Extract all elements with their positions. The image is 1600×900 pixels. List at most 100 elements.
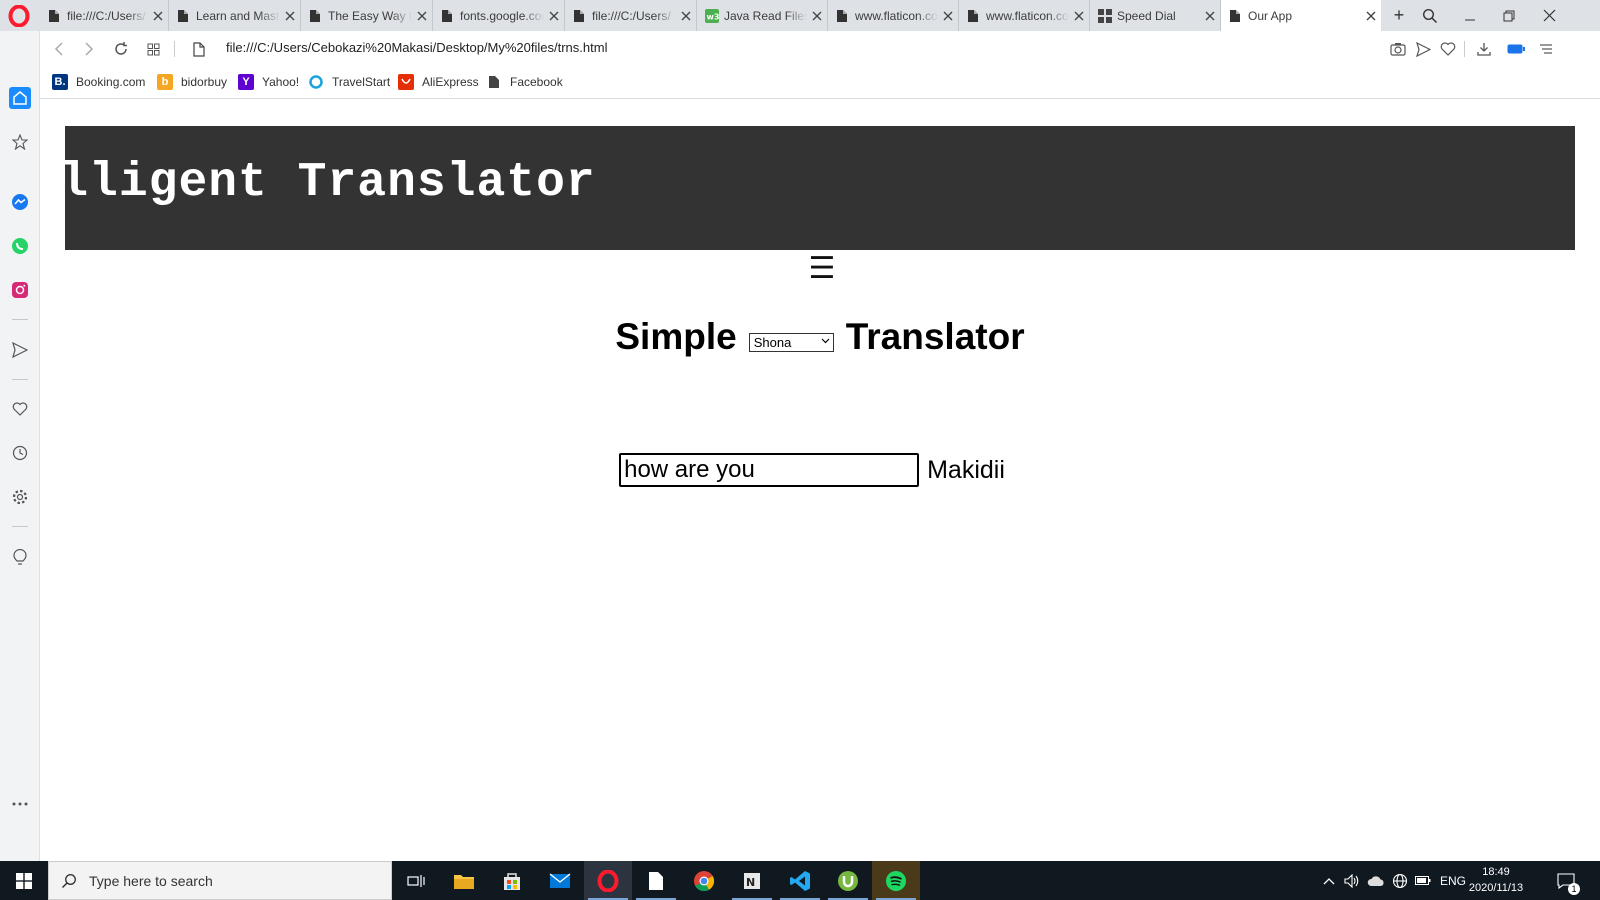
bookmark-favicon-icon: b: [157, 74, 173, 90]
browser-tab[interactable]: Speed Dial: [1090, 0, 1221, 31]
taskbar-file-explorer[interactable]: [440, 861, 488, 900]
easy-setup-button[interactable]: [1536, 39, 1556, 59]
new-tab-button[interactable]: +: [1388, 0, 1410, 31]
browser-tab[interactable]: The Easy Way to: [301, 0, 433, 31]
opera-logo-icon: [597, 869, 619, 892]
tab-search-button[interactable]: [1411, 0, 1449, 31]
back-arrow-icon: [54, 42, 63, 56]
task-view-button[interactable]: [392, 861, 440, 900]
close-tab-icon[interactable]: [280, 8, 300, 24]
show-hidden-icons-button[interactable]: [1318, 861, 1340, 900]
taskbar-clock[interactable]: 18:49 2020/11/13: [1462, 864, 1530, 896]
sidebar-home[interactable]: [9, 87, 31, 109]
taskbar-mail[interactable]: [536, 861, 584, 900]
opera-sidebar: [0, 31, 40, 861]
forward-button[interactable]: [78, 38, 100, 60]
minimize-button[interactable]: [1451, 0, 1489, 31]
close-tab-icon[interactable]: [1200, 8, 1220, 24]
send-to-flow-button[interactable]: [1413, 39, 1433, 59]
sidebar-more-button[interactable]: [9, 793, 31, 815]
hamburger-menu-icon[interactable]: ☰: [808, 250, 836, 286]
translate-input[interactable]: how are you: [619, 453, 920, 487]
whatsapp-icon: [12, 238, 28, 254]
volume-button[interactable]: [1340, 861, 1364, 900]
sidebar-speed-dial[interactable]: [9, 131, 31, 153]
page-icon: [441, 9, 455, 23]
snapshot-button[interactable]: [1388, 39, 1408, 59]
taskbar-store[interactable]: [488, 861, 536, 900]
bookmark-label: Yahoo!: [262, 75, 300, 89]
document-icon: [193, 41, 205, 57]
battery-saver-button[interactable]: [1506, 39, 1526, 59]
url-field[interactable]: file:///C:/Users/Cebokazi%20Makasi/Deskt…: [226, 40, 607, 55]
close-tab-icon[interactable]: [148, 8, 168, 24]
sidebar-bookmarks[interactable]: [9, 398, 31, 420]
bookmark-item[interactable]: TravelStart: [308, 73, 390, 91]
translation-row: how are you Makidii: [40, 453, 1600, 487]
windows-logo-icon: [16, 872, 32, 889]
browser-tab[interactable]: w3 Java Read Files: [697, 0, 828, 31]
sidebar-whatsapp[interactable]: [9, 235, 31, 257]
reload-button[interactable]: [110, 38, 132, 60]
close-tab-icon[interactable]: [807, 8, 827, 24]
taskbar-spotify[interactable]: [872, 861, 920, 900]
taskbar-vscode[interactable]: [776, 861, 824, 900]
browser-tab[interactable]: fonts.google.com: [433, 0, 565, 31]
bookmark-item[interactable]: AliExpress: [398, 73, 479, 91]
downloads-button[interactable]: [1474, 39, 1494, 59]
page-title: Simple Shona Translator: [40, 316, 1600, 358]
bookmark-item[interactable]: Facebook: [486, 73, 563, 91]
browser-tab[interactable]: file:///C:/Users/: [565, 0, 697, 31]
sidebar-messenger[interactable]: [9, 191, 31, 213]
sidebar-history[interactable]: [9, 442, 31, 464]
bookmark-item[interactable]: B. Booking.com: [52, 73, 145, 91]
taskbar-utorrent[interactable]: [824, 861, 872, 900]
bookmark-item[interactable]: Y Yahoo!: [238, 73, 299, 91]
sidebar-instagram[interactable]: [9, 279, 31, 301]
restore-button[interactable]: [1490, 0, 1528, 31]
browser-tab[interactable]: Our App: [1221, 0, 1381, 31]
browser-tab[interactable]: www.flaticon.com: [828, 0, 959, 31]
bookmarks-bar: B. Booking.com b bidorbuy Y Yahoo! TravelStart…: [40, 66, 1600, 99]
back-button[interactable]: [48, 38, 70, 60]
w3schools-icon: w3: [705, 8, 719, 23]
close-window-button[interactable]: [1530, 0, 1568, 31]
taskbar-notepadpp[interactable]: N: [728, 861, 776, 900]
battery-button[interactable]: [1412, 861, 1434, 900]
sidebar-settings[interactable]: [9, 486, 31, 508]
bookmark-item[interactable]: b bidorbuy: [157, 73, 227, 91]
browser-tab[interactable]: Learn and Master: [169, 0, 301, 31]
onedrive-button[interactable]: [1364, 861, 1388, 900]
close-tab-icon[interactable]: [1361, 8, 1381, 24]
taskbar-search[interactable]: Type here to search: [48, 861, 392, 900]
close-tab-icon[interactable]: [938, 8, 958, 24]
network-button[interactable]: [1388, 861, 1412, 900]
taskbar-notepad[interactable]: [632, 861, 680, 900]
opera-logo-icon[interactable]: [8, 5, 30, 27]
sidebar-flow[interactable]: [9, 339, 31, 361]
browser-tab[interactable]: www.flaticon.com: [959, 0, 1090, 31]
bookmark-heart-button[interactable]: [1438, 39, 1458, 59]
windows-taskbar: Type here to search N ENG 18:49 2020/11/…: [0, 861, 1600, 900]
action-center-button[interactable]: 1: [1548, 861, 1584, 900]
browser-tab[interactable]: file:///C:/Users/: [40, 0, 169, 31]
start-button[interactable]: [0, 861, 48, 900]
instagram-icon: [12, 282, 28, 298]
language-select[interactable]: Shona: [748, 332, 834, 352]
clock-date: 2020/11/13: [1468, 882, 1524, 894]
page-icon: [177, 9, 191, 23]
close-tab-icon[interactable]: [544, 8, 564, 24]
tab-overview-button[interactable]: [142, 38, 164, 60]
sidebar-tips[interactable]: [9, 547, 31, 569]
taskbar-opera[interactable]: [584, 861, 632, 900]
star-icon: [12, 134, 28, 150]
reload-icon: [115, 42, 127, 55]
close-tab-icon[interactable]: [1069, 8, 1089, 24]
tab-title: fonts.google.com: [460, 8, 544, 23]
clock-time: 18:49: [1482, 866, 1510, 878]
forward-arrow-icon: [85, 42, 94, 56]
taskbar-chrome[interactable]: [680, 861, 728, 900]
close-tab-icon[interactable]: [676, 8, 696, 24]
page-info-button[interactable]: [188, 38, 210, 60]
close-tab-icon[interactable]: [412, 8, 432, 24]
